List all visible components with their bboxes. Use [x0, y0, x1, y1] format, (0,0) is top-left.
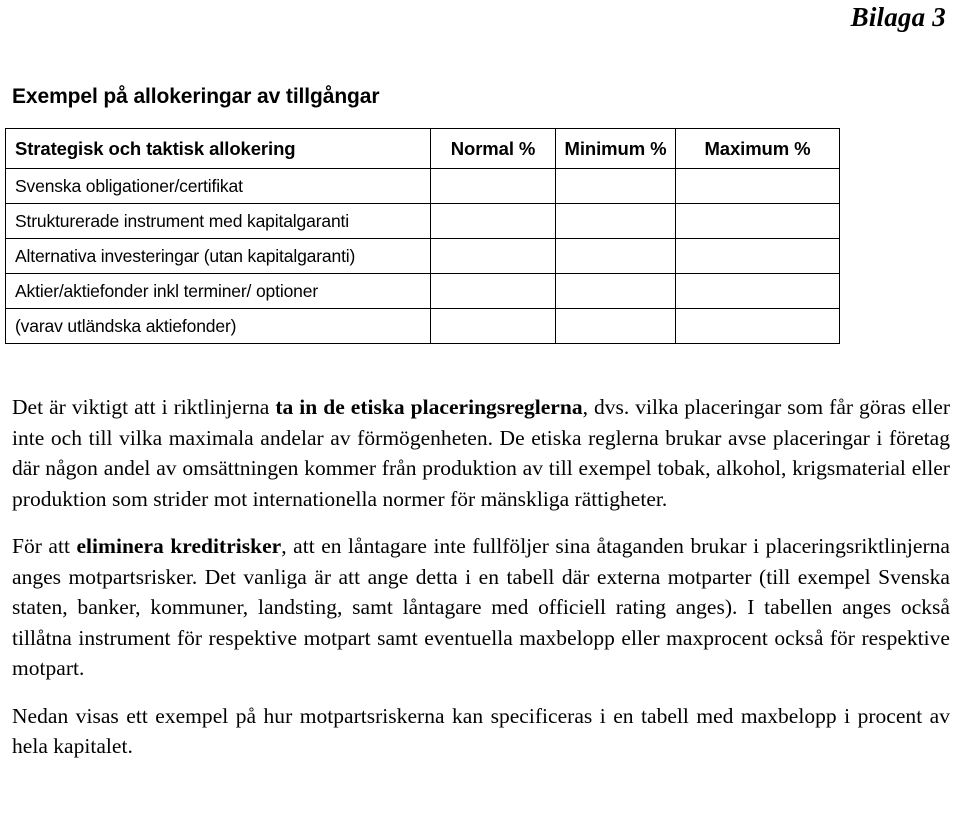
cell-minimum[interactable] [555, 203, 676, 239]
body-copy: Det är viktigt att i riktlinjerna ta in … [12, 392, 950, 762]
cell-minimum[interactable] [555, 168, 676, 204]
allocation-table-container: Strategisk och taktisk allokering Normal… [5, 128, 840, 344]
paragraph-1-text-before-emphasis: Det är viktigt att i riktlinjerna [12, 395, 276, 419]
cell-normal[interactable] [430, 238, 556, 274]
cell-maximum[interactable] [675, 273, 840, 309]
cell-minimum[interactable] [555, 308, 676, 344]
cell-normal[interactable] [430, 168, 556, 204]
table-row: Svenska obligationer/certifikat [5, 168, 840, 204]
cell-normal[interactable] [430, 203, 556, 239]
cell-minimum[interactable] [555, 273, 676, 309]
row-label: Aktier/aktiefonder inkl terminer/ option… [5, 273, 431, 309]
table-row: Aktier/aktiefonder inkl terminer/ option… [5, 273, 840, 309]
paragraph-motpartsrisker-exempel: Nedan visas ett exempel på hur motpartsr… [12, 703, 950, 759]
allocation-table-body: Svenska obligationer/certifikat Struktur… [5, 168, 840, 344]
paragraph-kreditrisker: För att eliminera kreditrisker, att en l… [12, 531, 950, 684]
row-label: Strukturerade instrument med kapitalgara… [5, 203, 431, 239]
table-row: Alternativa investeringar (utan kapitalg… [5, 238, 840, 274]
section-title: Exempel på allokeringar av tillgångar [12, 85, 380, 108]
column-header-allocation: Strategisk och taktisk allokering [5, 128, 431, 169]
paragraph-etiska-placeringsregler: Det är viktigt att i riktlinjerna ta in … [12, 392, 950, 514]
cell-minimum[interactable] [555, 238, 676, 274]
paragraph-2-text-before-emphasis: För att [12, 534, 77, 558]
column-header-maximum: Maximum % [675, 128, 840, 169]
running-head-appendix-label: Bilaga 3 [850, 2, 946, 32]
cell-maximum[interactable] [675, 238, 840, 274]
paragraph-1-emphasis: ta in de etiska placeringsreglerna [275, 395, 583, 419]
row-label: Alternativa investeringar (utan kapitalg… [5, 238, 431, 274]
allocation-table: Strategisk och taktisk allokering Normal… [5, 128, 840, 344]
cell-normal[interactable] [430, 273, 556, 309]
column-header-minimum: Minimum % [555, 128, 676, 169]
row-label: Svenska obligationer/certifikat [5, 168, 431, 204]
table-row: Strukturerade instrument med kapitalgara… [5, 203, 840, 239]
table-header-row: Strategisk och taktisk allokering Normal… [5, 128, 840, 169]
cell-maximum[interactable] [675, 203, 840, 239]
allocation-table-header: Strategisk och taktisk allokering Normal… [5, 128, 840, 169]
cell-maximum[interactable] [675, 308, 840, 344]
cell-maximum[interactable] [675, 168, 840, 204]
table-row: (varav utländska aktiefonder) [5, 308, 840, 344]
row-label: (varav utländska aktiefonder) [5, 308, 431, 344]
column-header-normal: Normal % [430, 128, 556, 169]
cell-normal[interactable] [430, 308, 556, 344]
paragraph-2-emphasis: eliminera kreditrisker [76, 534, 282, 558]
